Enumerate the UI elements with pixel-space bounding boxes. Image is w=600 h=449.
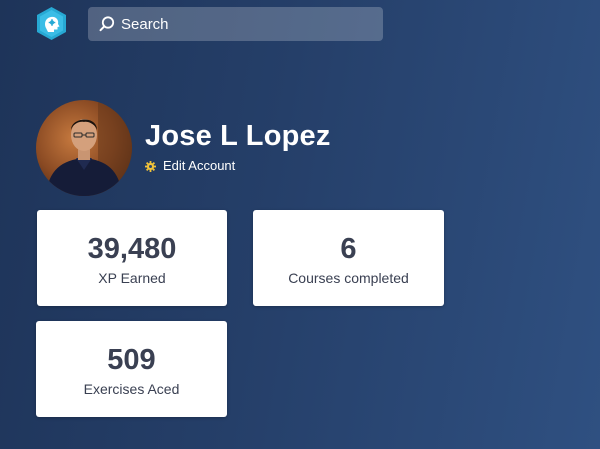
user-name: Jose L Lopez bbox=[145, 120, 331, 152]
profile-photo bbox=[36, 100, 132, 196]
search-bar[interactable] bbox=[88, 7, 383, 41]
logo-icon[interactable] bbox=[35, 6, 68, 41]
avatar[interactable] bbox=[36, 100, 132, 196]
stat-label: Exercises Aced bbox=[83, 381, 180, 397]
stat-card-courses: 6 Courses completed bbox=[253, 210, 444, 306]
stat-value: 509 bbox=[107, 344, 156, 376]
stat-label: Courses completed bbox=[288, 270, 409, 286]
search-input[interactable] bbox=[121, 15, 371, 33]
search-icon bbox=[98, 15, 116, 33]
logo-hexagon-icon bbox=[37, 7, 66, 40]
gear-icon bbox=[145, 160, 156, 172]
stat-card-xp: 39,480 XP Earned bbox=[37, 210, 227, 306]
edit-account-link[interactable]: Edit Account bbox=[145, 158, 235, 173]
stat-value: 6 bbox=[340, 233, 357, 265]
top-bar bbox=[0, 0, 600, 50]
stat-value: 39,480 bbox=[87, 233, 177, 265]
stat-card-exercises: 509 Exercises Aced bbox=[36, 321, 227, 417]
edit-account-label: Edit Account bbox=[163, 158, 236, 173]
stat-label: XP Earned bbox=[98, 270, 166, 286]
